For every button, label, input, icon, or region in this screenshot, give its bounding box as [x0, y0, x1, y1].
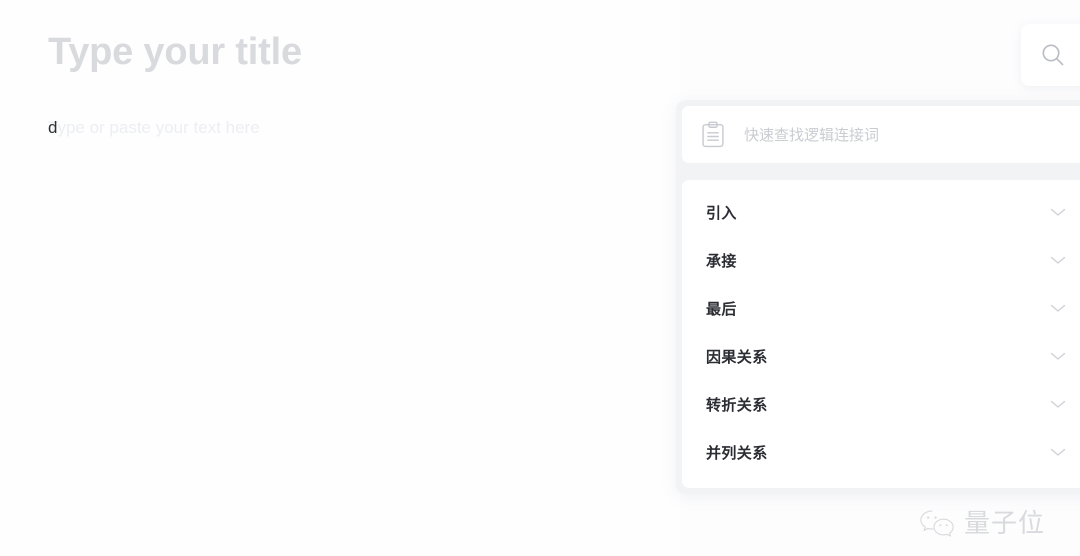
category-row-2[interactable]: 最后	[682, 284, 1080, 332]
category-label: 转折关系	[706, 396, 768, 414]
chevron-down-icon[interactable]	[1048, 302, 1068, 314]
search-toggle-button[interactable]	[1021, 24, 1080, 86]
category-row-1[interactable]: 承接	[682, 236, 1080, 284]
body-typed-text: d	[48, 118, 58, 137]
connector-category-list: 引入 承接 最后 因果关系 转折关系 并列关系	[682, 180, 1080, 488]
body-editor[interactable]: Type or paste your text here d	[48, 114, 628, 144]
body-placeholder-text: Type or paste your text here	[48, 118, 260, 137]
chevron-down-icon[interactable]	[1048, 350, 1068, 362]
title-input[interactable]: Type your title	[48, 24, 608, 80]
chevron-down-icon[interactable]	[1048, 398, 1068, 410]
category-label: 因果关系	[706, 348, 768, 366]
chevron-down-icon[interactable]	[1048, 254, 1068, 266]
chevron-down-icon[interactable]	[1048, 206, 1068, 218]
category-label: 引入	[706, 204, 737, 222]
category-row-4[interactable]: 转折关系	[682, 380, 1080, 428]
app-root: Type your title Type or paste your text …	[0, 0, 1080, 556]
logic-connector-panel: 快速查找逻辑连接词 引入 承接 最后 因果关系 转折关系 并列关系	[676, 100, 1080, 494]
category-row-3[interactable]: 因果关系	[682, 332, 1080, 380]
chevron-down-icon[interactable]	[1048, 446, 1068, 458]
category-row-0[interactable]: 引入	[682, 188, 1080, 236]
panel-search-placeholder: 快速查找逻辑连接词	[744, 127, 880, 144]
wechat-icon	[920, 510, 954, 537]
category-label: 并列关系	[706, 444, 768, 462]
category-label: 承接	[706, 252, 737, 270]
panel-search-field[interactable]: 快速查找逻辑连接词	[682, 106, 1080, 163]
category-row-5[interactable]: 并列关系	[682, 428, 1080, 476]
watermark-text: 量子位	[964, 508, 1046, 538]
clipboard-icon	[702, 121, 724, 147]
watermark: 量子位	[918, 508, 1045, 538]
search-icon	[1042, 44, 1064, 66]
document-editor: Type your title Type or paste your text …	[0, 0, 680, 556]
category-label: 最后	[706, 300, 737, 318]
